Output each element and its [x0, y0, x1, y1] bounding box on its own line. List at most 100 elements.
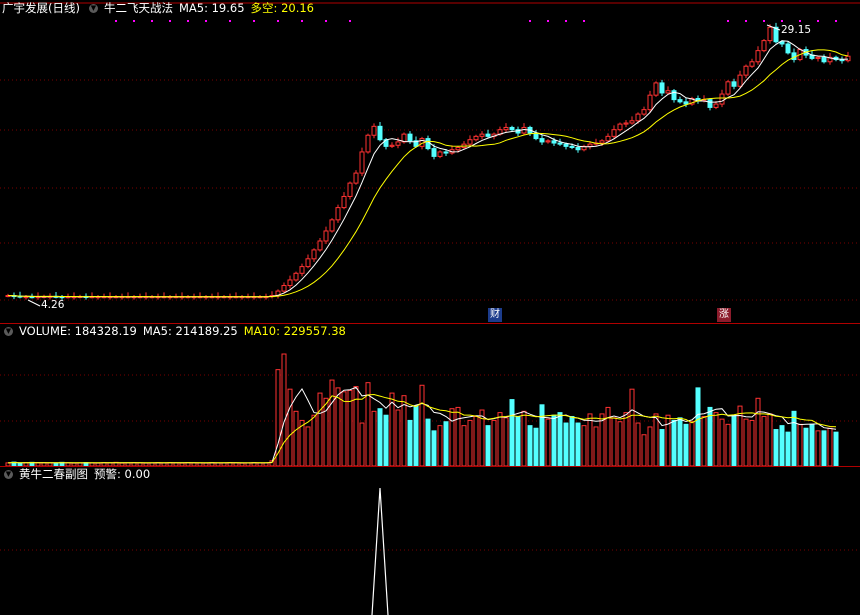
price-chart-panel[interactable]: 广宇发展(日线) ▼ 牛二飞天战法 MA5: 19.65 多空: 20.16 29.15…	[0, 0, 860, 323]
volume-title: VOLUME: 184328.19	[19, 324, 137, 338]
volume-bar	[353, 386, 359, 466]
candle-body	[713, 103, 719, 108]
volume-bar	[647, 426, 653, 466]
candle-body	[647, 94, 653, 111]
volume-bar	[419, 384, 425, 466]
candle-body	[719, 93, 725, 105]
volume-bar	[527, 425, 533, 466]
candle-body	[425, 138, 431, 150]
candle-body	[389, 144, 395, 147]
volume-bar	[755, 397, 761, 466]
signal-dot	[835, 20, 837, 22]
volume-chart-svg	[0, 353, 860, 466]
indicator-chart-panel[interactable]: ▼ 黄牛二春副图 预警: 0.00	[0, 466, 860, 615]
volume-bar	[551, 414, 557, 466]
candle-body	[737, 74, 743, 87]
candle-body	[359, 151, 365, 174]
volume-chart-panel[interactable]: ▼ VOLUME: 184328.19 MA5: 214189.25 MA10: 22…	[0, 323, 860, 466]
candle-body	[569, 145, 575, 148]
volume-bar	[341, 391, 347, 466]
candle-body	[575, 146, 581, 151]
signal-dot	[529, 20, 531, 22]
collapse-arrow-icon[interactable]: ▼	[4, 470, 13, 479]
volume-bar	[329, 379, 335, 466]
volume-bar	[599, 413, 605, 466]
volume-bar	[287, 388, 293, 466]
candle-body	[371, 125, 377, 136]
candle-body	[749, 61, 755, 67]
volume-bar	[461, 425, 467, 466]
volume-bar	[743, 418, 749, 466]
event-marker-zhang[interactable]: 涨	[717, 308, 731, 322]
volume-bar	[575, 422, 581, 466]
price-panel-header: 广宇发展(日线) ▼ 牛二飞天战法 MA5: 19.65 多空: 20.16	[0, 0, 320, 16]
volume-bar	[749, 419, 755, 466]
volume-bar	[467, 419, 473, 466]
ma5-label: MA5: 19.65	[178, 1, 245, 15]
candle-body	[821, 56, 827, 63]
signal-dot	[763, 20, 765, 22]
alert-label: 预警: 0.00	[94, 467, 151, 481]
signal-dot	[205, 20, 207, 22]
indicator-name: 牛二飞天战法	[103, 1, 173, 15]
indicator-title: 黄牛二春副图	[19, 467, 88, 481]
volume-ma10: MA10: 229557.38	[243, 324, 346, 338]
candle-body	[317, 240, 323, 251]
alert-spike-line	[371, 487, 389, 615]
collapse-arrow-icon[interactable]: ▼	[4, 327, 13, 336]
candle-body	[551, 140, 557, 144]
candle-body	[653, 82, 659, 96]
volume-bar	[281, 353, 287, 466]
collapse-arrow-icon[interactable]: ▼	[88, 4, 98, 13]
volume-bar	[719, 418, 725, 466]
volume-bar	[629, 388, 635, 466]
volume-bar	[761, 416, 767, 466]
candle-body	[341, 195, 347, 209]
volume-bar	[569, 416, 575, 466]
volume-bar	[443, 421, 449, 466]
signal-dot	[301, 20, 303, 22]
candle-body	[815, 56, 821, 59]
volume-bar	[623, 412, 629, 466]
volume-bar	[791, 410, 797, 466]
volume-bar	[317, 392, 323, 466]
volume-bar	[665, 414, 671, 466]
candle-body	[335, 207, 341, 221]
candle-body	[377, 125, 383, 141]
candle-body	[323, 230, 329, 242]
candle-body	[485, 133, 491, 137]
volume-bar	[689, 421, 695, 466]
volume-bar	[563, 422, 569, 466]
volume-bar	[821, 430, 827, 466]
signal-dot	[565, 20, 567, 22]
volume-bar	[539, 404, 545, 466]
signal-dot	[547, 20, 549, 22]
candle-body	[473, 135, 479, 141]
volume-bar	[395, 409, 401, 466]
signal-dot	[277, 20, 279, 22]
candle-body	[599, 140, 605, 144]
signal-dot	[253, 20, 255, 22]
candle-body	[623, 122, 629, 125]
candle-body	[845, 55, 851, 62]
volume-bar	[413, 405, 419, 466]
candle-body	[587, 143, 593, 147]
candle-body	[611, 129, 617, 137]
candle-body	[557, 142, 563, 145]
high-label: 29.15	[781, 24, 811, 36]
volume-bar	[809, 423, 815, 466]
volume-bar	[773, 429, 779, 466]
signal-dot	[187, 20, 189, 22]
candle-body	[287, 279, 293, 287]
candle-body	[641, 109, 647, 115]
duokong-label: 多空: 20.16	[250, 1, 314, 15]
low-annotation: 4.26	[27, 299, 65, 311]
candles	[5, 22, 851, 300]
volume-bar	[473, 416, 479, 466]
volume-bar	[725, 423, 731, 466]
volume-bar	[407, 419, 413, 466]
candle-body	[563, 143, 569, 147]
volume-bar	[455, 406, 461, 466]
event-marker-cai[interactable]: 财	[488, 308, 502, 322]
volume-bar	[359, 422, 365, 466]
